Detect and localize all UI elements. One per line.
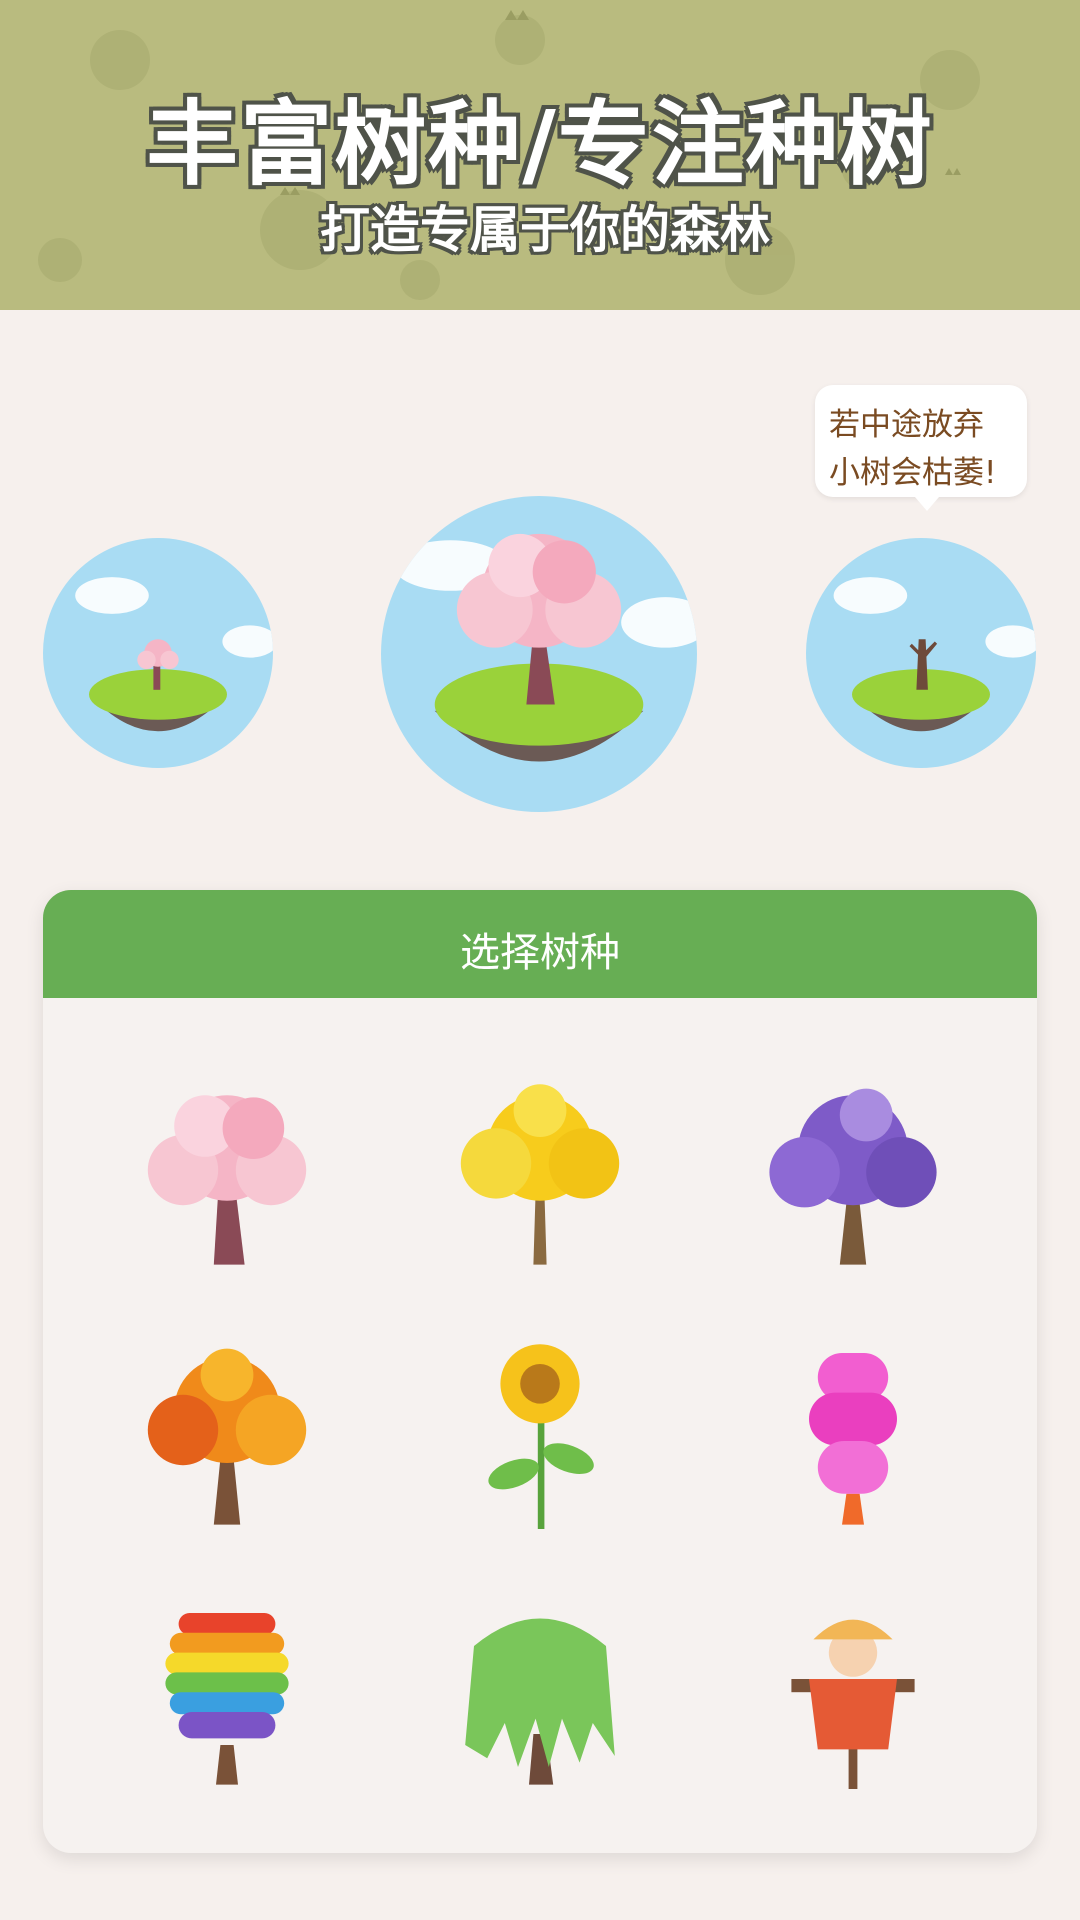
purple-tree-icon[interactable] — [743, 1070, 963, 1270]
header-banner: 丰富树种/专注种树 打造专属于你的森林 — [0, 0, 1080, 310]
panel-header: 选择树种 — [43, 890, 1037, 998]
panel-title: 选择树种 — [460, 930, 620, 976]
cherry-blossom-tree-icon[interactable] — [117, 1070, 337, 1270]
tree-selection-panel: 选择树种 — [43, 890, 1037, 1853]
bubble-line-1: 若中途放弃 — [829, 407, 984, 443]
rainbow-tree-icon[interactable] — [117, 1590, 337, 1790]
yellow-tree-icon[interactable] — [430, 1070, 650, 1270]
pink-candy-tree-icon[interactable] — [743, 1330, 963, 1530]
willow-tree-icon[interactable] — [430, 1590, 650, 1790]
warning-speech-bubble: 若中途放弃 小树会枯萎! — [815, 385, 1027, 511]
sunflower-icon[interactable] — [430, 1330, 650, 1530]
page-title: 丰富树种/专注种树 — [146, 91, 934, 198]
orange-tree-icon[interactable] — [117, 1330, 337, 1530]
cherry-blossom-island-icon — [381, 496, 697, 812]
scarecrow-icon[interactable] — [743, 1590, 963, 1790]
page-subtitle: 打造专属于你的森林 — [320, 201, 770, 259]
bubble-line-2: 小树会枯萎! — [829, 455, 997, 491]
small-blossom-island-icon — [43, 538, 273, 768]
dead-tree-island-icon — [806, 538, 1036, 768]
